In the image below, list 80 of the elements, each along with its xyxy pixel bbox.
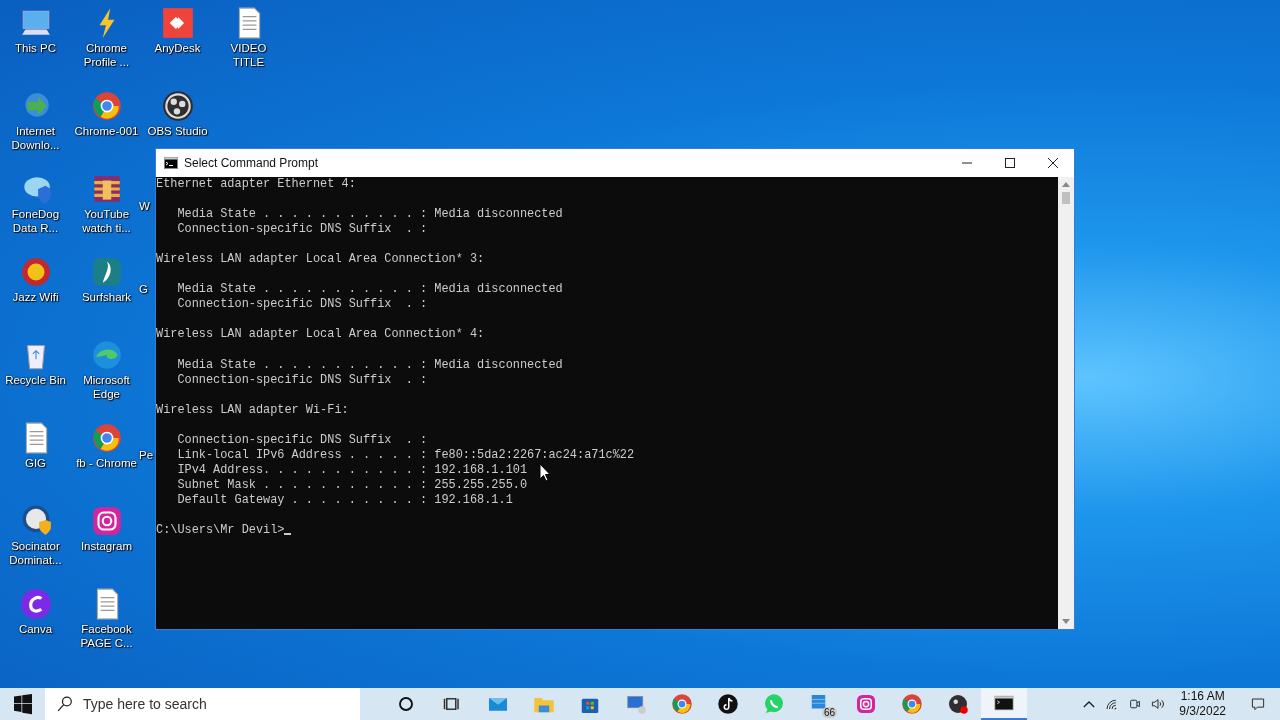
console-line: Subnet Mask . . . . . . . . . . . : 255.255.255.0: [176, 477, 528, 493]
obs-icon: [160, 89, 195, 123]
icon-label: OBS Studio: [147, 124, 208, 138]
desktop-icon[interactable]: OBS Studio: [142, 89, 213, 138]
search-field[interactable]: Type here to search: [45, 688, 360, 720]
console-line: IPv4 Address. . . . . . . . . . . : 192.168.1.101: [176, 462, 528, 478]
desktop-icon[interactable]: Jazz Wifi: [0, 255, 71, 304]
scrollbar-thumb[interactable]: [1062, 192, 1070, 204]
icon-label: Canva: [18, 622, 53, 636]
c-logo-icon: [18, 587, 53, 621]
instagram-icon: [854, 692, 878, 716]
adapter-heading: Wireless LAN adapter Local Area Connection* 3:: [156, 252, 485, 268]
taskbar-app[interactable]: [981, 688, 1027, 720]
maximize-icon: [1004, 158, 1015, 168]
clock-button[interactable]: 1:16 AM 9/3/2022: [1169, 689, 1236, 719]
icon-label: VIDEO TITLE: [229, 41, 268, 69]
window-title: Select Command Prompt: [184, 156, 319, 170]
icon-label: Internet Downlo...: [10, 124, 61, 152]
adapter-heading: Wireless LAN adapter Local Area Connection* 4:: [156, 327, 485, 343]
chrome-icon: [670, 692, 694, 716]
obs-icon: [946, 692, 970, 716]
icon-label: Jazz Wifi: [12, 290, 59, 304]
adapter-heading: Ethernet adapter Ethernet 4:: [156, 177, 356, 193]
console-line: Default Gateway . . . . . . . . . : 192.168.1.1: [176, 493, 513, 509]
chevron-up-icon: [1082, 700, 1095, 708]
mouse-pointer-icon: [539, 463, 551, 482]
console-icon: [164, 157, 178, 169]
console-line: Media State . . . . . . . . . . . : Media disconnected: [176, 207, 563, 223]
icon-label: AnyDesk: [154, 41, 201, 55]
note-logo-icon: [716, 692, 740, 716]
icon-label: YouTube watch ti...: [81, 207, 132, 235]
taskbar-app[interactable]: 66: [797, 688, 843, 720]
phone-bubble-icon: [762, 692, 786, 716]
search-icon: [55, 694, 75, 714]
desktop-icon[interactable]: This PC: [0, 6, 71, 55]
icon-label: Facebook PAGE C...: [79, 622, 134, 650]
desktop-icon[interactable]: FoneDog Data R...: [0, 172, 71, 235]
icon-label: GIG: [24, 456, 47, 470]
desktop-icon[interactable]: Socinator Dominat...: [0, 504, 71, 567]
console-line: Connection-specific DNS Suffix . :: [176, 372, 428, 388]
desktop-icon[interactable]: AnyDesk: [142, 6, 213, 55]
console-line: Media State . . . . . . . . . . . : Media disconnected: [176, 282, 563, 298]
scroll-down-icon[interactable]: [1062, 619, 1070, 624]
icon-label: Chrome-001: [74, 124, 139, 138]
close-icon: [1047, 158, 1058, 168]
icon-label: Surfshark: [81, 290, 132, 304]
text-cursor: [284, 533, 292, 536]
icon-label: Chrome Profile ...: [82, 41, 131, 69]
icon-label: fb - Chrome: [76, 456, 137, 470]
icon-label: FoneDog Data R...: [10, 207, 61, 235]
desktop-icon[interactable]: Chrome-001: [71, 89, 142, 138]
console-line: Connection-specific DNS Suffix . :: [176, 432, 428, 448]
desktop-icon[interactable]: Recycle Bin: [0, 338, 71, 387]
console-line: Media State . . . . . . . . . . . : Media disconnected: [176, 357, 563, 373]
diamond-tile-icon: [160, 6, 195, 40]
desktop-icon[interactable]: Canva: [0, 587, 71, 636]
scroll-up-icon[interactable]: [1062, 182, 1070, 187]
chrome-icon: [900, 692, 924, 716]
icon-label: This PC: [15, 41, 56, 55]
adapter-heading: Wireless LAN adapter Wi-Fi:: [156, 402, 349, 418]
icon-label: Microsoft Edge: [82, 373, 131, 401]
desktop-icon[interactable]: Facebook PAGE C...: [71, 587, 142, 650]
desktop-icon[interactable]: Chrome Profile ...: [71, 6, 142, 69]
icon-label: G: [139, 282, 148, 296]
icon-label: Pe: [139, 448, 154, 462]
desktop-icon[interactable]: Microsoft Edge: [71, 338, 142, 401]
icon-label: W: [139, 199, 150, 213]
console-line: Connection-specific DNS Suffix . :: [176, 222, 428, 238]
console-line: Link-local IPv6 Address . . . . . : fe80::5da2:2267:ac24:a71c%22: [176, 447, 635, 463]
desktop-icon[interactable]: GIG: [0, 421, 71, 470]
desktop-icon[interactable]: Instagram: [71, 504, 142, 553]
count-badge: 66: [821, 707, 837, 718]
icon-label: Socinator Dominat...: [8, 539, 63, 567]
command-prompt: C:\Users\Mr Devil>: [156, 523, 285, 539]
icon-label: Instagram: [80, 539, 133, 553]
desktop-icon[interactable]: VIDEO TITLE: [213, 6, 284, 69]
scrollbar[interactable]: [1058, 177, 1074, 629]
desktop-icon[interactable]: Internet Downlo...: [0, 89, 71, 152]
console-line: Connection-specific DNS Suffix . :: [176, 297, 428, 313]
icon-label: Recycle Bin: [5, 373, 66, 387]
